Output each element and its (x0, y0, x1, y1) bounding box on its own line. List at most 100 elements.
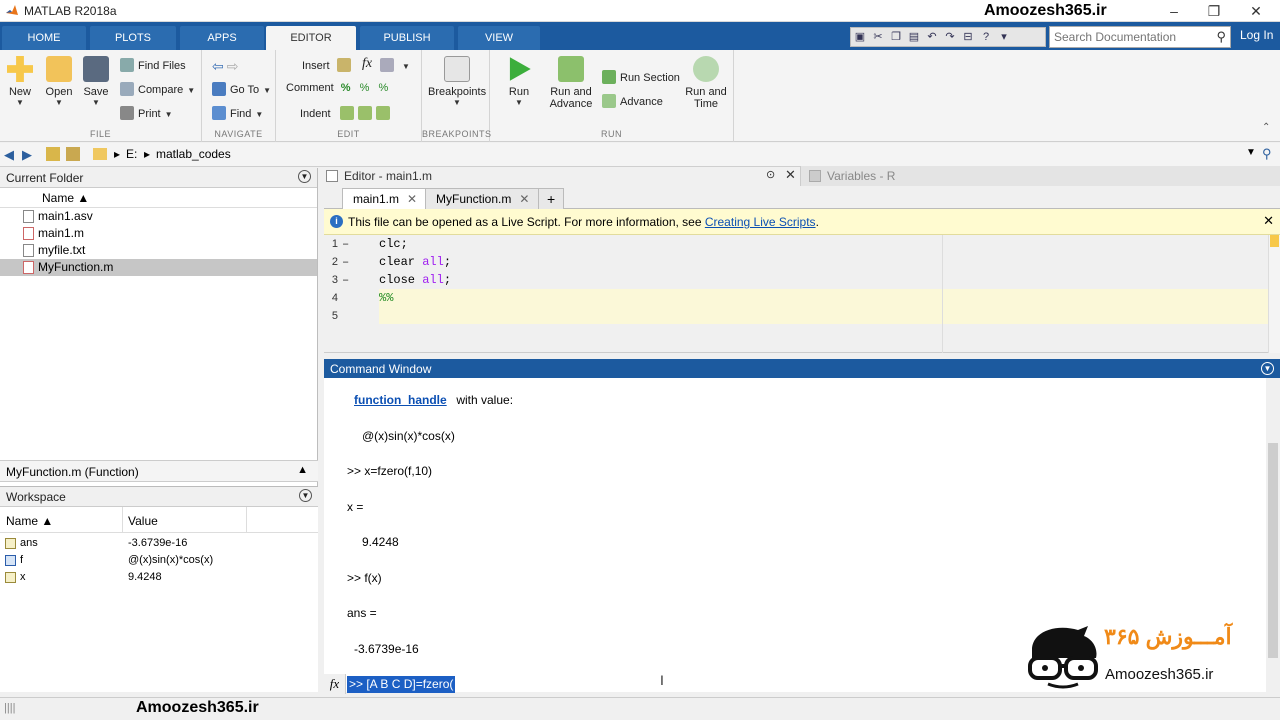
back-icon[interactable]: ◀ (4, 147, 14, 163)
list-item[interactable]: myfile.txt (18, 242, 317, 259)
restore-button[interactable]: ❐ (1196, 1, 1232, 21)
comment-button[interactable]: Comment % % % (286, 82, 388, 94)
editor-close-icon[interactable]: ✕ (785, 167, 796, 183)
function-handle-link[interactable]: function_handle (354, 393, 447, 407)
details-bar[interactable]: MyFunction.m (Function) ▲ (0, 460, 318, 482)
details-toggle-icon[interactable]: ▲ (297, 464, 308, 476)
tab-editor[interactable]: EDITOR (266, 26, 356, 50)
status-bar: |||| Amoozesh365.ir (0, 697, 1280, 720)
login-link[interactable]: Log In (1240, 28, 1273, 42)
list-item[interactable]: main1.asv (18, 208, 317, 225)
browse-folder-icon[interactable] (66, 147, 80, 161)
creating-live-scripts-link[interactable]: Creating Live Scripts (705, 215, 816, 229)
fx-button[interactable]: fx (362, 56, 372, 72)
minimize-button[interactable]: – (1156, 1, 1192, 21)
search-input[interactable] (1050, 27, 1210, 47)
find-files-icon (120, 58, 134, 72)
tab-apps[interactable]: APPS (180, 26, 264, 50)
tab-close-icon[interactable]: ✕ (407, 192, 417, 206)
col-name[interactable]: Name ▲ (6, 514, 53, 528)
undo-icon[interactable]: ↶ (923, 28, 941, 46)
watermark-top: Amoozesh365.ir (984, 2, 1107, 19)
tab-close-icon[interactable]: ✕ (519, 192, 529, 206)
command-window-header: Command Window ▼ (324, 359, 1280, 378)
print-button[interactable]: Print ▼ (120, 106, 173, 120)
wrap-comment-icon[interactable]: % (378, 82, 388, 94)
breakpoints-group-label: BREAKPOINTS (422, 129, 492, 139)
col-value[interactable]: Value (128, 514, 158, 528)
forward-icon[interactable]: ▶ (22, 147, 32, 163)
scrollbar-thumb[interactable] (1268, 443, 1278, 658)
insert-text-button[interactable]: ▼ (380, 58, 410, 72)
compare-icon (120, 82, 134, 96)
redo-icon[interactable]: ↷ (941, 28, 959, 46)
find-files-button[interactable]: Find Files (120, 58, 186, 72)
tab-view[interactable]: VIEW (458, 26, 540, 50)
editor-tab-main1[interactable]: main1.m ✕ (342, 188, 429, 209)
indent-button[interactable]: Indent (300, 106, 394, 120)
function-browser-icon[interactable]: fx (324, 674, 346, 694)
navigate-group: ⇦ ⇨ Go To ▼ Find ▼ NAVIGATE (202, 50, 276, 142)
editor-tab-myfunction[interactable]: MyFunction.m ✕ (425, 188, 541, 209)
save-icon[interactable]: ▣ (851, 28, 869, 46)
command-window-scrollbar[interactable] (1266, 378, 1280, 692)
open-button[interactable]: Open ▼ (42, 56, 76, 107)
paste-icon[interactable]: ▤ (905, 28, 923, 46)
goto-button[interactable]: Go To ▼ (212, 82, 271, 96)
breadcrumb-drive[interactable]: E: (126, 147, 137, 161)
tab-plots[interactable]: PLOTS (90, 26, 176, 50)
decrease-indent-icon[interactable] (375, 106, 390, 120)
tab-home[interactable]: HOME (2, 26, 86, 50)
list-item-selected[interactable]: MyFunction.m (0, 259, 317, 276)
address-dropdown-icon[interactable]: ▼ (1246, 147, 1256, 158)
new-button[interactable]: New ▼ (4, 56, 36, 107)
command-window-actions-icon[interactable]: ▼ (1261, 362, 1274, 375)
info-close-icon[interactable]: ✕ (1263, 213, 1274, 229)
up-folder-icon[interactable] (46, 147, 60, 161)
folder-column-header[interactable]: Name ▲ (0, 188, 317, 208)
editor-scrollbar[interactable] (1268, 235, 1280, 353)
back-forward-buttons[interactable]: ⇦ ⇨ (212, 58, 239, 75)
search-box[interactable]: ⚲ (1049, 26, 1231, 48)
help-icon[interactable]: ? (977, 28, 995, 46)
switch-windows-icon[interactable]: ⊟ (959, 28, 977, 46)
forward-arrow-icon[interactable]: ⇨ (227, 58, 239, 74)
amoozesh-logo: آمـــوزش ۳۶۵ Amoozesh365.ir (1028, 624, 1268, 692)
command-input[interactable]: >> [A B C D]=fzero( (347, 676, 456, 693)
find-button[interactable]: Find ▼ (212, 106, 263, 120)
advance-button[interactable]: Advance (602, 94, 663, 108)
run-and-advance-button[interactable]: Run and Advance (546, 56, 596, 110)
increase-indent-icon[interactable] (357, 106, 372, 120)
compare-button[interactable]: Compare ▼ (120, 82, 195, 96)
resize-grip-icon[interactable]: |||| (4, 702, 15, 714)
collapse-ribbon-icon[interactable]: ⌃ (1262, 122, 1270, 133)
back-arrow-icon[interactable]: ⇦ (212, 58, 224, 74)
code-analyzer-indicator[interactable] (1270, 235, 1279, 247)
breakpoints-group: Breakpoints ▼ BREAKPOINTS (422, 50, 492, 142)
breakpoints-button[interactable]: Breakpoints ▼ (428, 56, 486, 107)
panel-actions-icon[interactable]: ▼ (298, 170, 311, 183)
tab-publish[interactable]: PUBLISH (360, 26, 454, 50)
uncomment-icon[interactable]: % (360, 82, 370, 94)
table-row[interactable]: ans -3.6739e-16 (0, 535, 318, 552)
breadcrumb-folder[interactable]: matlab_codes (156, 147, 231, 161)
close-window-button[interactable]: ✕ (1238, 1, 1274, 21)
run-button[interactable]: Run ▼ (502, 56, 536, 107)
search-icon[interactable]: ⚲ (1216, 29, 1226, 45)
code-editor[interactable]: 1– clc; 2– clear all; 3– close all; 4%% 5 (324, 235, 1268, 353)
workspace-actions-icon[interactable]: ▼ (299, 489, 312, 502)
cut-icon[interactable]: ✂ (869, 28, 887, 46)
save-button[interactable]: Save ▼ (80, 56, 112, 107)
add-tab-button[interactable]: + (538, 188, 565, 209)
insert-button[interactable]: Insert (302, 58, 355, 72)
copy-icon[interactable]: ❐ (887, 28, 905, 46)
run-and-time-button[interactable]: Run and Time (682, 56, 730, 110)
table-row[interactable]: x 9.4248 (0, 569, 318, 586)
editor-actions-icon[interactable]: ⊙ (766, 168, 775, 181)
list-item[interactable]: main1.m (18, 225, 317, 242)
address-search-icon[interactable]: ⚲ (1262, 146, 1272, 162)
dropdown-icon[interactable]: ▾ (995, 28, 1013, 46)
run-section-button[interactable]: Run Section (602, 70, 680, 84)
table-row[interactable]: f @(x)sin(x)*cos(x) (0, 552, 318, 569)
variables-header[interactable]: Variables - R (800, 166, 1280, 186)
